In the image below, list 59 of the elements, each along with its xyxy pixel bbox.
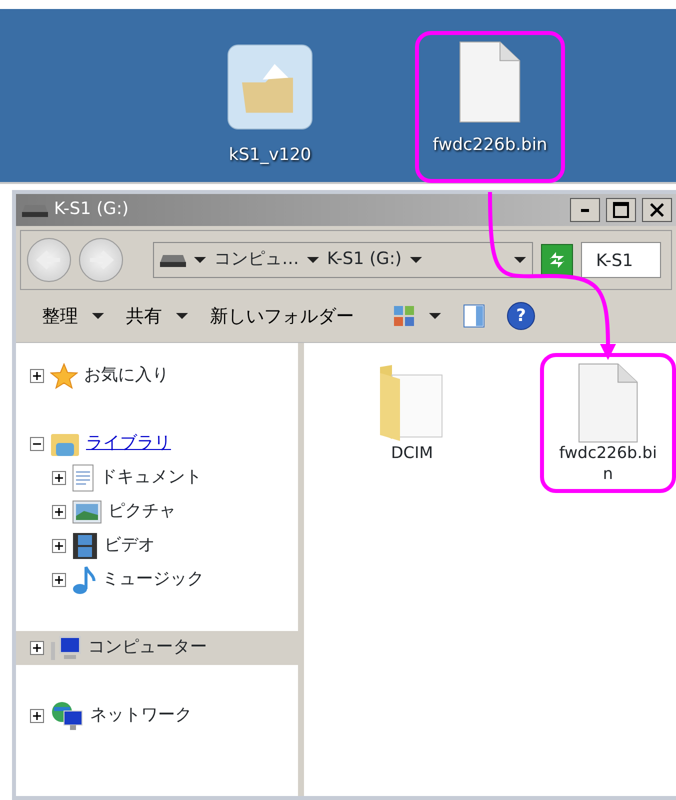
expand-icon[interactable] <box>52 505 66 519</box>
caret-icon <box>429 312 441 320</box>
tree-item[interactable]: コンピューター <box>16 631 298 665</box>
caret-icon <box>176 312 188 320</box>
tree-item[interactable]: ミュージック <box>16 563 298 597</box>
film-icon <box>72 532 98 560</box>
tree-item[interactable]: ビデオ <box>16 529 298 563</box>
desktop-icon-label[interactable]: fwdc226b.bin <box>432 133 548 158</box>
caret-icon <box>410 256 422 264</box>
help-button[interactable]: ? <box>507 302 535 330</box>
library-folder-icon <box>50 431 80 457</box>
collapse-icon[interactable] <box>30 437 44 451</box>
tree-item[interactable]: ピクチャ <box>16 495 298 529</box>
tree-item[interactable]: ライブラリ <box>16 427 298 461</box>
toolbar-button[interactable]: 共有 <box>126 302 188 330</box>
refresh-button[interactable] <box>541 244 573 276</box>
preview-pane-button[interactable] <box>463 304 485 328</box>
file-label[interactable]: DCIM <box>362 443 462 464</box>
file-label[interactable]: fwdc226b.bin <box>558 443 658 485</box>
view-grid-icon <box>393 305 415 327</box>
computer-icon <box>50 634 82 662</box>
expand-icon[interactable] <box>30 641 44 655</box>
file-icon <box>459 41 521 123</box>
maximize-button[interactable] <box>606 198 636 222</box>
expand-icon[interactable] <box>52 471 66 485</box>
music-note-icon <box>72 565 96 595</box>
pane-icon <box>463 304 485 328</box>
drive-icon <box>160 253 186 267</box>
address-bar[interactable]: コンピュ… K-S1 (G:) <box>153 242 533 278</box>
search-field[interactable]: K-S1 <box>581 242 661 278</box>
breadcrumb-item[interactable]: K-S1 (G:) <box>327 247 402 273</box>
view-button[interactable] <box>393 305 441 327</box>
document-icon <box>72 464 94 492</box>
drive-icon <box>22 203 48 217</box>
close-button[interactable] <box>642 198 672 222</box>
minimize-icon <box>580 208 589 212</box>
minimize-button[interactable] <box>570 198 600 222</box>
maximize-icon <box>612 202 629 218</box>
toolbar-button[interactable]: 整理 <box>42 302 104 330</box>
file-icon <box>578 363 638 443</box>
tree-item[interactable]: お気に入り <box>16 359 298 393</box>
expand-icon[interactable] <box>30 709 44 723</box>
desktop-icon-label[interactable]: kS1_v120 <box>228 143 312 168</box>
tree-item[interactable]: ドキュメント <box>16 461 298 495</box>
expand-icon[interactable] <box>30 369 44 383</box>
tree-item[interactable]: ネットワーク <box>16 699 298 733</box>
caret-icon <box>307 256 319 264</box>
window-title: K-S1 (G:) <box>54 198 130 222</box>
caret-icon <box>194 256 206 264</box>
star-icon <box>50 363 78 389</box>
expand-icon[interactable] <box>52 573 66 587</box>
expand-icon[interactable] <box>52 539 66 553</box>
network-globe-icon <box>50 701 84 731</box>
caret-icon <box>92 312 104 320</box>
toolbar-button[interactable]: 新しいフォルダー <box>210 302 354 330</box>
picture-icon <box>72 500 102 524</box>
close-icon <box>650 203 664 217</box>
caret-icon <box>514 256 526 264</box>
breadcrumb-item[interactable]: コンピュ… <box>214 247 299 273</box>
